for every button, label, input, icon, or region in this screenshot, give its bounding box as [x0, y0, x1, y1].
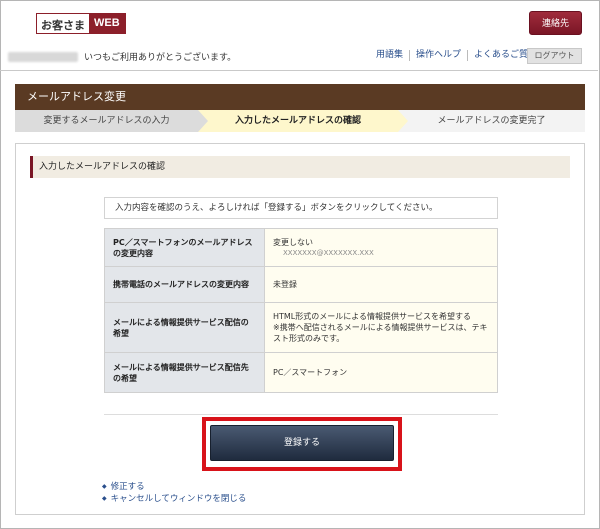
row-label: メールによる情報提供サービス配信先の希望	[104, 352, 265, 393]
row-label: PC／スマートフォンのメールアドレスの変更内容	[104, 228, 265, 267]
header-links: 用語集 操作ヘルプ よくあるご質問	[370, 50, 543, 61]
glossary-link[interactable]: 用語集	[370, 50, 411, 61]
table-row: メールによる情報提供サービス配信の希望 HTML形式のメールによる情報提供サービ…	[104, 302, 498, 353]
notice-text: 入力内容を確認のうえ、よろしければ「登録する」ボタンをクリックしてください。	[104, 197, 498, 219]
cancel-link[interactable]: ◆ キャンセルしてウィンドウを閉じる	[102, 493, 246, 505]
row-label: メールによる情報提供サービス配信の希望	[104, 302, 265, 353]
step-2-label: 入力したメールアドレスの確認	[234, 116, 361, 126]
logout-button[interactable]: ログアウト	[527, 48, 582, 64]
register-button[interactable]: 登録する	[210, 425, 394, 461]
row-value-main: 変更しない	[273, 237, 313, 247]
step-1: 変更するメールアドレスの入力	[15, 110, 208, 132]
content-panel: 入力したメールアドレスの確認 入力内容を確認のうえ、よろしければ「登録する」ボタ…	[15, 143, 585, 515]
row-value: PC／スマートフォン	[264, 352, 498, 393]
user-name-redacted	[8, 52, 78, 62]
page-title: メールアドレス変更	[15, 84, 585, 110]
cancel-link-label: キャンセルしてウィンドウを閉じる	[110, 494, 247, 504]
help-link[interactable]: 操作ヘルプ	[410, 50, 469, 61]
table-row: PC／スマートフォンのメールアドレスの変更内容 変更しない XXXXXXX@XX…	[104, 228, 498, 267]
logo-web: WEB	[89, 14, 125, 33]
section-divider	[104, 414, 498, 415]
contact-button[interactable]: 連絡先	[529, 11, 582, 35]
progress-steps: 変更するメールアドレスの入力 入力したメールアドレスの確認 メールアドレスの変更…	[15, 110, 585, 132]
logo-text: お客さま	[37, 14, 89, 33]
site-logo[interactable]: お客さま WEB	[36, 13, 126, 34]
step-3: メールアドレスの変更完了	[398, 110, 585, 132]
row-value-sub: XXXXXXX@XXXXXXX.XXX	[283, 248, 374, 257]
table-row: 携帯電話のメールアドレスの変更内容 未登録	[104, 266, 498, 303]
step-arrow-icon	[398, 110, 408, 132]
row-value: 変更しない XXXXXXX@XXXXXXX.XXX	[264, 228, 498, 267]
row-value: HTML形式のメールによる情報提供サービスを希望する ※携帯へ配信されるメールに…	[264, 302, 498, 353]
diamond-bullet-icon: ◆	[102, 495, 107, 502]
table-row: メールによる情報提供サービス配信先の希望 PC／スマートフォン	[104, 352, 498, 393]
bottom-links: ◆ 修正する ◆ キャンセルしてウィンドウを閉じる	[102, 481, 246, 505]
confirmation-table: PC／スマートフォンのメールアドレスの変更内容 変更しない XXXXXXX@XX…	[104, 228, 498, 393]
edit-link[interactable]: ◆ 修正する	[102, 481, 246, 493]
row-value: 未登録	[264, 266, 498, 303]
step-arrow-icon	[198, 110, 208, 132]
row-label: 携帯電話のメールアドレスの変更内容	[104, 266, 265, 303]
step-3-label: メールアドレスの変更完了	[437, 116, 546, 126]
step-2-current: 入力したメールアドレスの確認	[198, 110, 408, 132]
step-1-label: 変更するメールアドレスの入力	[43, 116, 170, 126]
greeting-text: いつもご利用ありがとうございます。	[84, 53, 237, 63]
edit-link-label: 修正する	[110, 482, 145, 492]
diamond-bullet-icon: ◆	[102, 483, 107, 490]
header-divider	[0, 70, 598, 71]
section-heading: 入力したメールアドレスの確認	[30, 156, 570, 178]
